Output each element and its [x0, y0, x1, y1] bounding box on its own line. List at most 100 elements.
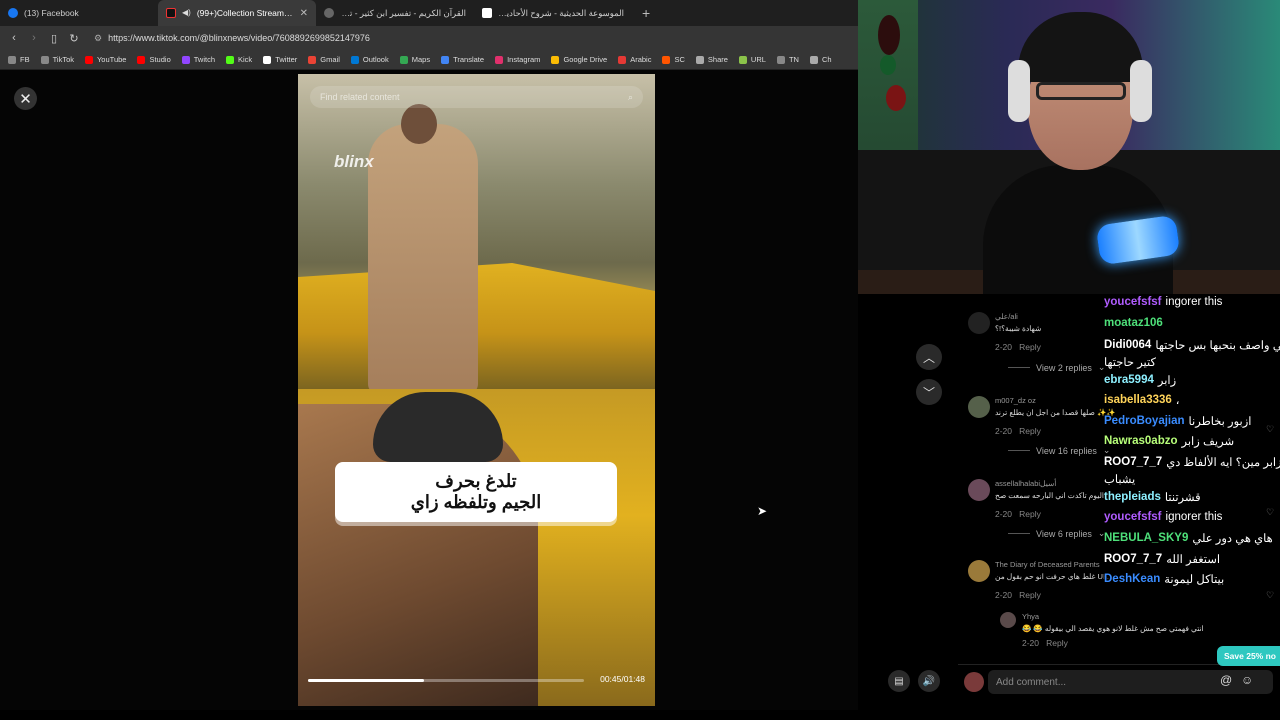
search-icon[interactable]: ⌕	[628, 92, 633, 103]
tab-hadith[interactable]: الموسوعة الحديثية - شروح الأحاديث - از	[474, 0, 632, 26]
back-icon[interactable]: ‹	[8, 32, 20, 44]
bookmark-label: Arabic	[630, 55, 652, 64]
comment-date: 2-20	[995, 426, 1013, 436]
comment-user[interactable]: Yhya	[1022, 612, 1039, 621]
chat-username: ebra5994	[1104, 374, 1154, 386]
bookmark-gmail[interactable]: Gmail	[308, 55, 340, 64]
captions-button[interactable]: ▤	[888, 670, 910, 692]
bookmark-share[interactable]: Share	[695, 55, 728, 64]
tiktok-video-page: ✕ Find related content ⌕ blinx تلدغ بحرف…	[0, 70, 858, 710]
related-search-placeholder: Find related content	[320, 92, 400, 102]
avatar[interactable]	[968, 560, 990, 582]
reply-link[interactable]: Reply	[1019, 426, 1041, 436]
bookmark-sc[interactable]: SC	[662, 55, 685, 64]
chat-message: moataz106	[1104, 317, 1167, 329]
next-video-button[interactable]: ﹀	[916, 379, 942, 405]
avatar[interactable]	[968, 479, 990, 501]
tiktok-icon	[166, 8, 176, 18]
gmail-icon	[308, 55, 317, 64]
audio-icon[interactable]: ◀)	[182, 8, 191, 18]
outlook-icon	[350, 55, 359, 64]
video-player[interactable]: Find related content ⌕ blinx تلدغ بحرف ا…	[298, 74, 655, 706]
decor-shape	[880, 55, 896, 75]
view-replies[interactable]: View 16 replies ⌄	[1008, 445, 1110, 456]
bookmark-instagram[interactable]: Instagram	[495, 55, 540, 64]
emoji-icon[interactable]: ☺	[1241, 673, 1253, 687]
bookmark-tiktok[interactable]: TikTok	[40, 55, 74, 64]
bookmark-label: Share	[707, 55, 728, 64]
previous-video-button[interactable]: ︿	[916, 344, 942, 370]
chat-text: بيتاكل ليمونة	[1164, 574, 1225, 586]
bookmark-label: YouTube	[96, 55, 127, 64]
tab-quran[interactable]: القرآن الكريم - تفسير ابن كثير - تفسير	[316, 0, 474, 26]
comment-date: 2-20	[995, 509, 1013, 519]
fb-icon	[8, 55, 16, 64]
chat-message: youcefsfsf ignorer this	[1104, 511, 1222, 523]
bookmark-maps[interactable]: Maps	[399, 55, 431, 64]
comment-user[interactable]: The Diary of Deceased Parents	[995, 560, 1100, 569]
bookmark-outlook[interactable]: Outlook	[350, 55, 389, 64]
chevron-up-icon: ︿	[922, 350, 935, 365]
chat-message: يشباب	[1104, 472, 1135, 486]
bookmark-arabic[interactable]: Arabic	[618, 55, 651, 64]
comment-user[interactable]: علي/ali	[995, 312, 1018, 321]
bookmark-youtube[interactable]: YouTube	[84, 55, 127, 64]
avatar[interactable]	[1000, 612, 1016, 628]
reload-icon[interactable]: ↻	[68, 32, 80, 45]
volume-button[interactable]: 🔊	[918, 670, 940, 692]
caption-line-2: الجيم وتلفظه زاي	[410, 492, 542, 512]
bookmark-url[interactable]: URL	[738, 55, 766, 64]
man-coat-shape	[368, 124, 478, 394]
reply-link[interactable]: Reply	[1046, 638, 1068, 648]
bookmark-twitter[interactable]: Twitter	[263, 55, 297, 64]
bookmark-ch[interactable]: Ch	[809, 55, 832, 64]
view-replies[interactable]: View 2 replies ⌄	[1008, 362, 1105, 373]
chat-username: Didi0064	[1104, 339, 1152, 351]
streamer-beanie	[1018, 12, 1143, 82]
bookmark-label: Studio	[149, 55, 171, 64]
video-progress-bar[interactable]	[308, 679, 584, 682]
bookmark-kick[interactable]: Kick	[226, 55, 252, 64]
bookmark-label: Twitch	[193, 55, 216, 64]
bookmark-translate[interactable]: Translate	[441, 55, 484, 64]
bookmark-label: Gmail	[320, 55, 340, 64]
close-tab-icon[interactable]: ✕	[300, 8, 308, 19]
tab-facebook[interactable]: (13) Facebook	[0, 0, 158, 26]
bookmark-label: Instagram	[507, 55, 541, 64]
chat-text: ،	[1175, 395, 1180, 407]
close-video-button[interactable]: ✕	[14, 87, 37, 110]
tab-tiktok[interactable]: ◀) (99+)Collection Stream creat ✕	[158, 0, 316, 26]
chat-text: ignorer this	[1165, 511, 1223, 523]
site-info-icon[interactable]: ⚙	[94, 33, 102, 44]
comment-user[interactable]: m007_dz oz	[995, 396, 1036, 405]
bookmark-icon[interactable]: ▯	[48, 32, 60, 45]
bookmark-label: Maps	[411, 55, 431, 64]
forward-icon[interactable]: ›	[28, 32, 40, 44]
bookmark-fb[interactable]: FB	[8, 55, 30, 64]
save-offer-badge[interactable]: Save 25% no	[1217, 646, 1280, 666]
reply-link[interactable]: Reply	[1019, 342, 1041, 352]
chat-username: PedroBoyajian	[1104, 415, 1185, 427]
mention-icon[interactable]: @	[1220, 673, 1232, 687]
comment-user[interactable]: assellalhalabiأسيل	[995, 479, 1056, 488]
bookmark-google-drive[interactable]: Google Drive	[551, 55, 607, 64]
stream-chat-overlay: youcefsfsf ingorer this moataz106 Didi0064 ي…	[1100, 294, 1280, 594]
tab-title: (99+)Collection Stream creat	[196, 8, 294, 18]
caption-line-1: تلدغ بحرف	[435, 471, 517, 492]
bookmark-studio[interactable]: Studio	[137, 55, 171, 64]
reply-link[interactable]: Reply	[1019, 509, 1041, 519]
avatar[interactable]	[968, 312, 990, 334]
new-tab-button[interactable]: +	[632, 5, 660, 21]
reply-link[interactable]: Reply	[1019, 590, 1041, 600]
view-replies[interactable]: View 6 replies ⌄	[1008, 528, 1105, 539]
chat-text: كتير حاجتها	[1104, 357, 1156, 369]
bookmark-tn[interactable]: TN	[776, 55, 799, 64]
blinx-watermark: blinx	[334, 152, 374, 171]
related-search[interactable]: Find related content ⌕	[310, 86, 643, 108]
ch-icon	[809, 55, 818, 64]
bookmark-twitch[interactable]: Twitch	[181, 55, 216, 64]
facebook-icon	[8, 8, 18, 18]
comment-text: اليوم تاكدت اني البارحه سمعت صح	[995, 491, 1104, 500]
avatar[interactable]	[968, 396, 990, 418]
url-field[interactable]: ⚙ https://www.tiktok.com/@blinxnews/vide…	[94, 33, 370, 44]
